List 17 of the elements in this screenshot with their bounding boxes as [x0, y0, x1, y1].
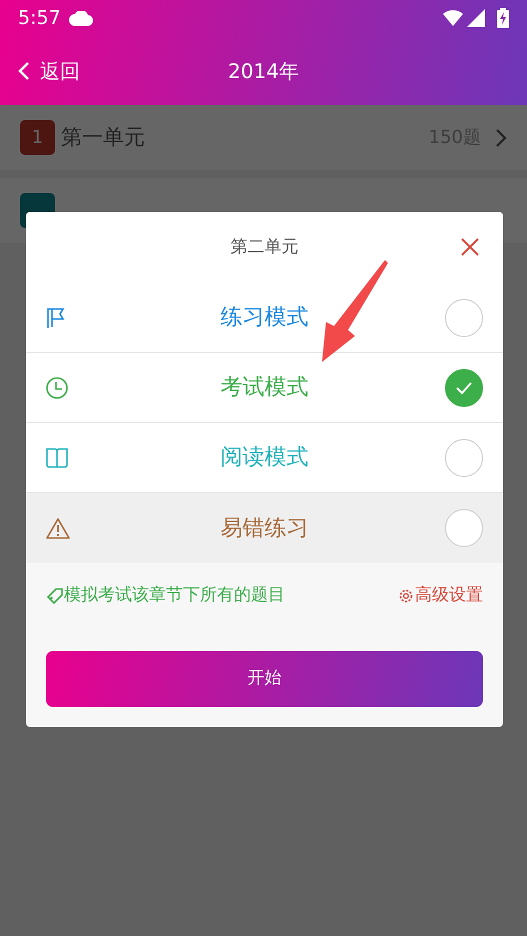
settings-link[interactable]: 高级设置: [397, 583, 483, 608]
mode-label: 考试模式: [220, 375, 308, 400]
mode-label: 练习模式: [220, 305, 308, 330]
mode-option[interactable]: 考试模式: [26, 353, 503, 423]
mode-hint: 模拟考试该章节下所有的题目: [64, 584, 285, 607]
unit-number: 1: [20, 120, 55, 155]
status-time: 5:57: [18, 6, 61, 31]
back-button[interactable]: 返回: [18, 56, 80, 86]
mode-option[interactable]: 阅读模式: [26, 423, 503, 493]
mode-label: 易错练习: [220, 516, 308, 540]
start-button[interactable]: 开始: [46, 650, 483, 706]
mode-option[interactable]: 易错练习: [26, 493, 503, 563]
mode-label: 阅读模式: [220, 445, 308, 470]
page-title: 2014年: [228, 58, 299, 82]
mode-option[interactable]: 练习模式: [26, 283, 503, 353]
dialog-title: 第二单元: [230, 236, 298, 259]
unit-name: 第一单元: [61, 124, 145, 151]
